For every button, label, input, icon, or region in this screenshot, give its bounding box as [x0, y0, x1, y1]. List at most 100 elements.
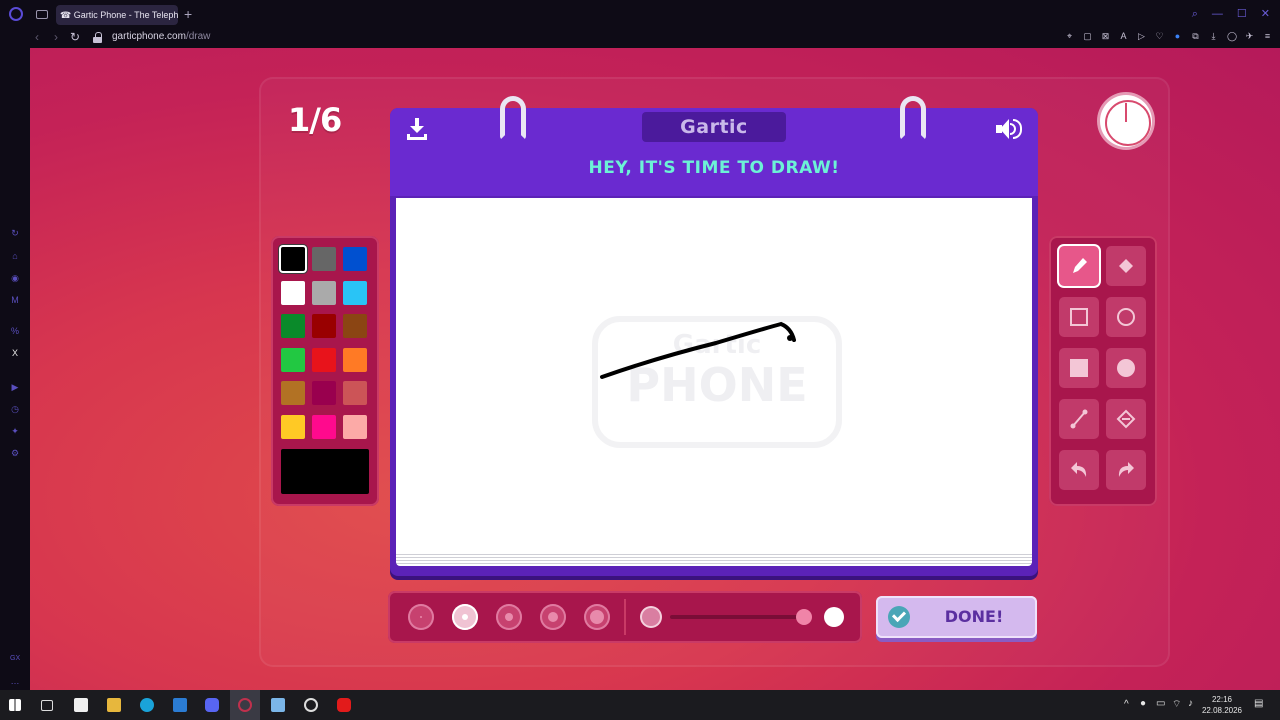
- drawing-canvas[interactable]: Gartic PHONE: [396, 198, 1032, 552]
- fill-tool[interactable]: [1106, 246, 1146, 286]
- color-swatch[interactable]: [312, 381, 336, 405]
- steam-icon[interactable]: [304, 698, 318, 712]
- rectangle-outline-tool[interactable]: [1059, 297, 1099, 337]
- color-swatch[interactable]: [343, 381, 367, 405]
- reload-icon[interactable]: ↻: [70, 30, 80, 44]
- url-field[interactable]: garticphone.com/draw: [112, 31, 210, 42]
- color-swatch[interactable]: [343, 280, 367, 305]
- clock-date[interactable]: 22.08.2026: [1200, 706, 1244, 715]
- adblock-icon[interactable]: ⊠: [1101, 31, 1110, 41]
- sidebar-puzzle-icon[interactable]: ✦: [10, 426, 20, 436]
- color-swatch[interactable]: [343, 414, 367, 439]
- color-swatch[interactable]: [281, 414, 305, 439]
- translate-icon[interactable]: A: [1119, 31, 1128, 41]
- minimize-button[interactable]: —: [1212, 7, 1223, 21]
- done-button[interactable]: DONE!: [876, 596, 1037, 638]
- heart-icon[interactable]: ♡: [1155, 31, 1164, 41]
- pin-icon[interactable]: ⌖: [1065, 31, 1074, 41]
- account-icon[interactable]: ◯: [1227, 31, 1237, 41]
- brush-size-3[interactable]: [496, 604, 522, 630]
- sidebar-play-icon[interactable]: ▶: [10, 382, 20, 392]
- wifi-icon[interactable]: ⌔: [1172, 698, 1181, 711]
- color-swatch[interactable]: [312, 280, 336, 305]
- color-swatch[interactable]: [312, 247, 336, 271]
- sidebar-settings-icon[interactable]: ⚙: [10, 448, 20, 458]
- brush-size-4[interactable]: [540, 604, 566, 630]
- explorer-icon[interactable]: [107, 698, 121, 712]
- windows-start-icon[interactable]: [9, 699, 21, 711]
- app-icon[interactable]: [271, 698, 285, 712]
- vpn-icon[interactable]: ●: [1173, 31, 1182, 41]
- fill-bucket-icon: [1119, 259, 1133, 273]
- color-swatch[interactable]: [343, 247, 367, 271]
- discord-icon[interactable]: [205, 698, 219, 712]
- ellipse-filled-tool[interactable]: [1106, 348, 1146, 388]
- sidebar-gx-icon[interactable]: GX: [10, 654, 20, 664]
- menu-icon[interactable]: ≡: [1263, 31, 1272, 41]
- color-swatch[interactable]: [312, 314, 336, 338]
- sidebar-percent-icon[interactable]: %: [10, 326, 20, 336]
- sidebar-messenger-icon[interactable]: ◉: [10, 273, 20, 283]
- network-icon[interactable]: ▭: [1156, 698, 1165, 709]
- redo-button[interactable]: [1106, 450, 1146, 490]
- color-swatch[interactable]: [281, 314, 305, 338]
- maximize-button[interactable]: ☐: [1237, 7, 1247, 21]
- tab-stack-icon[interactable]: [36, 10, 48, 19]
- color-palette: [271, 236, 379, 506]
- color-swatch[interactable]: [281, 280, 305, 305]
- tray-chevron-icon[interactable]: ^: [1124, 699, 1129, 710]
- undo-button[interactable]: [1059, 450, 1099, 490]
- rectangle-filled-icon: [1070, 359, 1088, 377]
- back-icon[interactable]: ‹: [35, 30, 39, 44]
- sound-icon[interactable]: [994, 118, 1024, 140]
- sidebar-x-icon[interactable]: X: [10, 348, 20, 358]
- sidebar-refresh-icon[interactable]: ↻: [10, 228, 20, 238]
- close-button[interactable]: ✕: [1261, 7, 1270, 21]
- forward-icon[interactable]: ›: [54, 30, 58, 44]
- opacity-slider-track[interactable]: [670, 615, 800, 619]
- color-swatch[interactable]: [312, 414, 336, 439]
- mic-icon[interactable]: ●: [1140, 698, 1146, 709]
- sidebar-m-icon[interactable]: M: [10, 295, 20, 305]
- task-view-icon[interactable]: [41, 700, 53, 711]
- search-icon[interactable]: ⌕: [1192, 7, 1198, 21]
- download-icon[interactable]: [406, 118, 428, 140]
- paper-edge: [396, 552, 1032, 566]
- download-icon[interactable]: ⤓: [1209, 31, 1218, 41]
- extensions-icon[interactable]: ⧉: [1191, 31, 1200, 41]
- play-icon[interactable]: ▷: [1137, 31, 1146, 41]
- store-icon[interactable]: [74, 698, 88, 712]
- color-swatch[interactable]: [281, 247, 305, 271]
- brush-size-5[interactable]: [584, 604, 610, 630]
- notifications-icon[interactable]: ▤: [1254, 698, 1263, 709]
- line-tool[interactable]: [1059, 399, 1099, 439]
- sidebar-history-icon[interactable]: ◷: [10, 404, 20, 414]
- brush-size-1[interactable]: [408, 604, 434, 630]
- sidebar-more-icon[interactable]: …: [10, 676, 20, 686]
- red-app-icon[interactable]: [337, 698, 351, 712]
- check-icon: [888, 606, 910, 628]
- clock-time[interactable]: 22:16: [1200, 695, 1244, 704]
- eraser-fill-tool[interactable]: [1106, 399, 1146, 439]
- opacity-slider-handle[interactable]: [796, 609, 812, 625]
- color-swatch[interactable]: [343, 314, 367, 338]
- rectangle-filled-tool[interactable]: [1059, 348, 1099, 388]
- sidebar-bag-icon[interactable]: ⌂: [10, 251, 20, 261]
- brush-size-2[interactable]: [452, 604, 478, 630]
- ai-icon[interactable]: ✈: [1245, 31, 1254, 41]
- pen-tool[interactable]: [1059, 246, 1099, 286]
- color-swatch[interactable]: [343, 347, 367, 372]
- new-tab-button[interactable]: +: [184, 6, 192, 22]
- color-swatch[interactable]: [312, 347, 336, 372]
- mail-icon[interactable]: [173, 698, 187, 712]
- snapshot-icon[interactable]: ▢: [1083, 31, 1092, 41]
- browser-logo-icon[interactable]: [9, 7, 23, 21]
- ellipse-outline-tool[interactable]: [1106, 297, 1146, 337]
- browser-tab-gartic[interactable]: ☎ Gartic Phone - The Telepho: [56, 5, 178, 25]
- opera-gx-icon: [238, 698, 252, 712]
- taskbar: ^ ● ▭ ⌔ ♪ 22:16 22.08.2026 ▤: [0, 690, 1280, 720]
- volume-icon[interactable]: ♪: [1188, 698, 1193, 709]
- color-swatch[interactable]: [281, 381, 305, 405]
- color-swatch[interactable]: [281, 347, 305, 372]
- edge-icon[interactable]: [140, 698, 154, 712]
